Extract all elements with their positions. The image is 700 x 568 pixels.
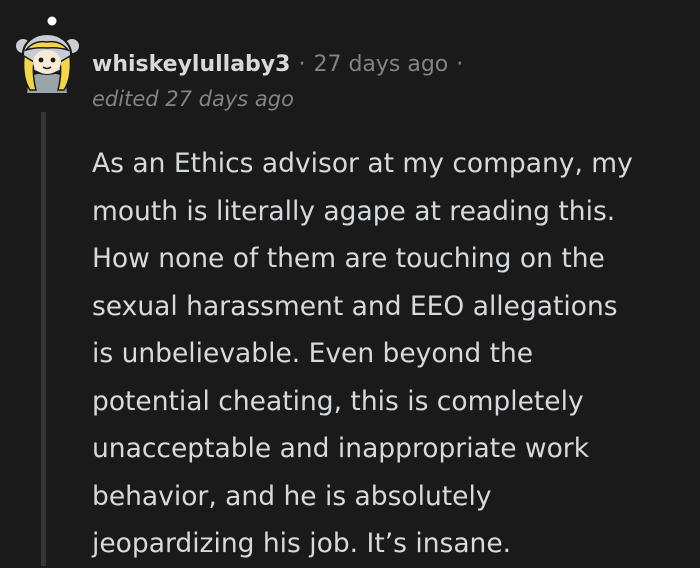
comment-body-line: As an Ethics advisor at my company, my — [92, 148, 633, 179]
comment-body-line: jeopardizing his job. It’s insane. — [92, 528, 512, 559]
comment-body-line: unacceptable and inappropriate work — [92, 433, 590, 464]
comment: whiskeylullaby3 · 27 days ago · edited 2… — [0, 0, 700, 566]
username-link[interactable]: whiskeylullaby3 — [92, 52, 290, 77]
comment-body-line: sexual harassment and EEO allegations — [92, 290, 618, 322]
edited-label: edited 27 days ago — [92, 87, 294, 111]
avatar-illustration — [14, 14, 81, 95]
comment-body: As an Ethics advisor at my company, my m… — [92, 140, 692, 568]
comment-body-line: mouth is literally agape at reading this… — [92, 195, 616, 227]
meta-separator: · — [456, 51, 464, 77]
user-avatar-icon[interactable] — [14, 14, 81, 95]
comment-body-line: How none of them are touching on the — [92, 243, 605, 274]
comment-timestamp[interactable]: 27 days ago — [313, 52, 448, 77]
meta-separator: · — [298, 51, 306, 77]
comment-body-line: is unbelievable. Even beyond the — [92, 338, 534, 369]
comment-body-line: behavior, and he is absolutely — [92, 480, 492, 512]
thread-collapse-line[interactable] — [41, 112, 46, 566]
comment-body-line: potential cheating, this is completely — [92, 385, 584, 417]
comment-meta: whiskeylullaby3 · 27 days ago · — [92, 48, 471, 80]
